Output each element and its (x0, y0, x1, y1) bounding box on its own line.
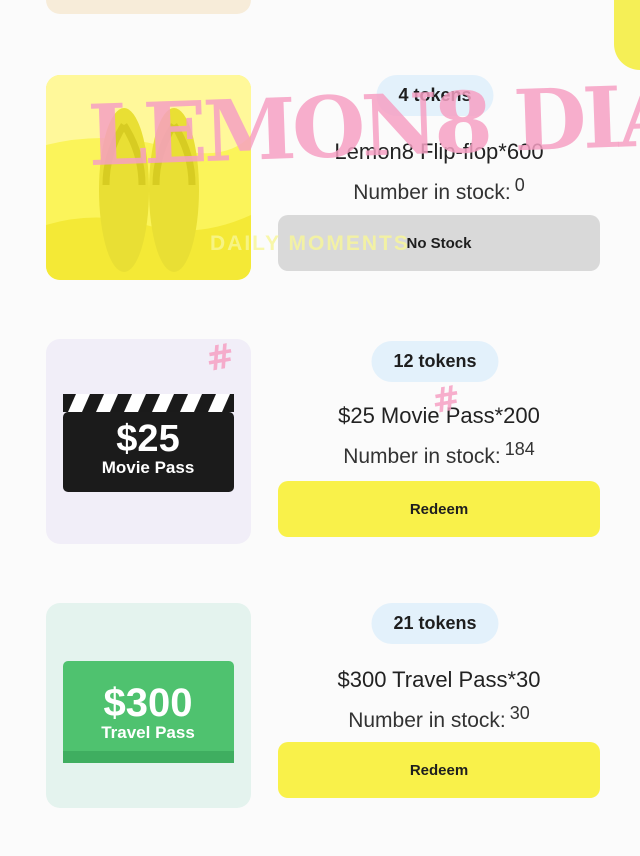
flip-flops-icon (46, 75, 251, 280)
previous-card-edge (46, 0, 251, 14)
stock-row: Number in stock: 184 (278, 439, 600, 469)
item-title: Lemon8 Flip-flop*600 (334, 139, 544, 164)
movie-pass-label: Movie Pass (102, 458, 195, 477)
redeem-button[interactable]: Redeem (278, 742, 600, 798)
token-price-badge: 21 tokens (371, 603, 499, 644)
movie-pass-image: $25 Movie Pass (46, 339, 251, 544)
item-title: $300 Travel Pass*30 (337, 667, 541, 692)
stock-value: 184 (504, 439, 535, 459)
stock-row: Number in stock: 0 (278, 175, 600, 205)
clapperboard-icon: $25 Movie Pass (63, 394, 234, 492)
item-title: $25 Movie Pass*200 (338, 403, 540, 428)
reward-card-flip-flop: 4 tokens Lemon8 Flip-flop*600 Number in … (0, 75, 640, 295)
stock-label: Number in stock: (343, 445, 501, 468)
stock-value: 0 (514, 175, 525, 195)
travel-pass-amount: $300 (104, 681, 193, 725)
travel-pass-ticket-icon: $300 Travel Pass (63, 661, 234, 763)
token-price-badge: 12 tokens (371, 341, 499, 382)
travel-pass-image: $300 Travel Pass (46, 603, 251, 808)
token-price-badge: 4 tokens (376, 75, 494, 116)
stock-label: Number in stock: (348, 709, 506, 732)
side-accent-shape (614, 0, 640, 70)
stock-row: Number in stock: 30 (278, 703, 600, 733)
no-stock-button[interactable]: No Stock (278, 215, 600, 271)
item-info: $300 Travel Pass*30 Number in stock: 30 (278, 667, 600, 733)
item-info: $25 Movie Pass*200 Number in stock: 184 (278, 403, 600, 469)
reward-card-travel-pass: $300 Travel Pass 21 tokens $300 Travel P… (0, 603, 640, 813)
flip-flop-image (46, 75, 251, 280)
movie-pass-amount: $25 (116, 418, 179, 460)
stock-label: Number in stock: (353, 181, 511, 204)
reward-card-movie-pass: $25 Movie Pass 12 tokens $25 Movie Pass*… (0, 339, 640, 549)
item-info: Lemon8 Flip-flop*600 Number in stock: 0 (278, 139, 600, 205)
stock-value: 30 (509, 703, 530, 723)
travel-pass-label: Travel Pass (101, 723, 195, 742)
redeem-button[interactable]: Redeem (278, 481, 600, 537)
